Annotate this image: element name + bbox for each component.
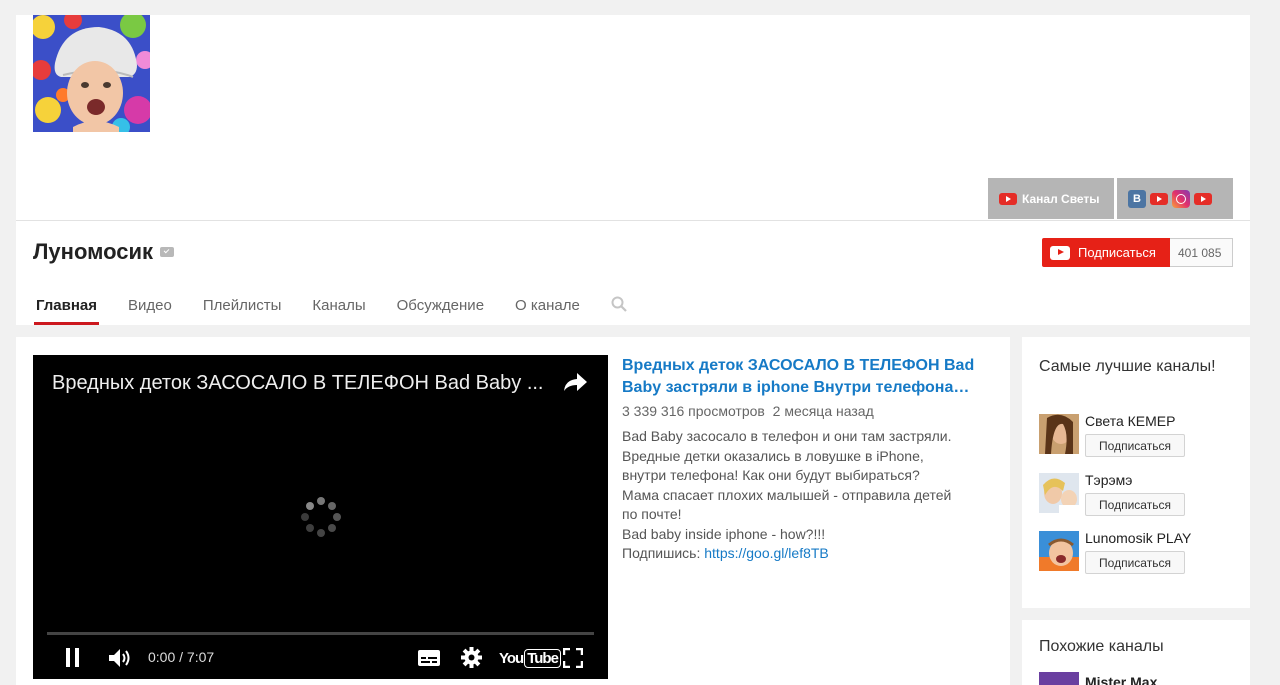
subscribe-label: Подписаться — [1078, 245, 1156, 260]
video-player[interactable]: Вредных деток ЗАСОСАЛО В ТЕЛЕФОН Bad Bab… — [33, 355, 608, 679]
search-icon[interactable] — [611, 296, 627, 312]
channel-name[interactable]: Тэрэмэ — [1085, 472, 1132, 488]
youtube-play-icon — [1050, 245, 1070, 260]
channel-thumbnail[interactable] — [1039, 672, 1079, 685]
description-line: Вредные детки оказались в ловушке в iPho… — [622, 447, 924, 464]
youtube-icon[interactable] — [1194, 192, 1212, 205]
tab-playlists[interactable]: Плейлисты — [203, 295, 282, 325]
video-description: Bad Baby засосало в телефон и они там за… — [622, 427, 1002, 564]
channel-item: Тэрэмэ Подписаться — [1039, 472, 1249, 516]
channel-name[interactable]: Lunomosik PLAY — [1085, 530, 1191, 546]
share-icon[interactable] — [562, 371, 588, 393]
subscribe-button[interactable]: Подписаться — [1042, 238, 1170, 267]
channel-name[interactable]: Луномосик — [33, 239, 153, 265]
channel-item: Lunomosik PLAY Подписаться — [1039, 530, 1249, 574]
description-subscribe-line: Подпишись: https://goo.gl/lef8TB — [622, 544, 1002, 564]
description-line: Bad Baby засосало в телефон и они там за… — [622, 428, 952, 444]
banner-link-label: Канал Светы — [1022, 191, 1100, 206]
tab-discussion[interactable]: Обсуждение — [397, 295, 484, 325]
subscribe-link[interactable]: https://goo.gl/lef8TB — [704, 545, 829, 561]
settings-gear-icon[interactable] — [461, 647, 482, 668]
description-line: Bad baby inside iphone - how?!!! — [622, 525, 826, 542]
subscribe-button[interactable]: Подписаться — [1085, 434, 1185, 457]
similar-channels-title: Похожие каналы — [1039, 638, 1164, 655]
video-info: Вредных деток ЗАСОСАЛО В ТЕЛЕФОН Bad Bab… — [622, 355, 1002, 564]
channel-tabs: Главная Видео Плейлисты Каналы Обсуждени… — [33, 295, 627, 325]
subscribe-prefix: Подпишись: — [622, 545, 705, 561]
channel-thumbnail[interactable] — [1039, 473, 1079, 513]
player-title[interactable]: Вредных деток ЗАСОСАЛО В ТЕЛЕФОН Bad Bab… — [52, 372, 543, 395]
subscribe-group: Подписаться 401 085 — [1042, 238, 1233, 267]
tab-videos[interactable]: Видео — [128, 295, 172, 325]
youtube-logo-you: You — [499, 650, 524, 667]
youtube-logo-tube: Tube — [524, 649, 561, 668]
featured-video-section: Вредных деток ЗАСОСАЛО В ТЕЛЕФОН Bad Bab… — [16, 337, 1010, 685]
channel-thumbnail[interactable] — [1039, 414, 1079, 454]
similar-channel-item[interactable]: Mister Max — [1039, 672, 1157, 685]
channel-name[interactable]: Mister Max — [1085, 674, 1157, 685]
channel-item: Света КЕМЕР Подписаться — [1039, 413, 1249, 457]
description-line: Мама спасает плохих малышей - отправила … — [622, 486, 952, 503]
tab-about[interactable]: О канале — [515, 295, 580, 325]
video-meta: 3 339 316 просмотров 2 месяца назад — [622, 403, 1002, 419]
subscriber-count: 401 085 — [1170, 238, 1233, 267]
description-line: внутри телефона! Как они будут выбиратьс… — [622, 467, 920, 483]
vk-icon[interactable]: B — [1128, 189, 1146, 208]
upload-age: 2 месяца назад — [772, 403, 874, 419]
subscribe-button[interactable]: Подписаться — [1085, 551, 1185, 574]
banner-social-links: B — [1117, 178, 1233, 219]
banner-link-channel[interactable]: Канал Светы — [988, 178, 1114, 219]
description-line: по почте! — [622, 506, 682, 522]
youtube-icon[interactable] — [1150, 192, 1168, 205]
pause-icon[interactable] — [63, 648, 83, 667]
youtube-icon — [999, 192, 1017, 205]
view-count: 3 339 316 просмотров — [622, 403, 765, 419]
fullscreen-icon[interactable] — [562, 647, 584, 669]
channel-banner: Канал Светы B — [16, 15, 1250, 220]
player-controls: 0:00 / 7:07 You Tube — [33, 635, 608, 679]
channel-title-row: Луномосик — [33, 239, 175, 265]
time-display: 0:00 / 7:07 — [148, 649, 215, 665]
similar-channels-panel: Похожие каналы Mister Max — [1022, 620, 1250, 685]
divider — [16, 220, 1250, 221]
instagram-icon[interactable] — [1172, 189, 1190, 208]
loading-spinner-icon — [299, 495, 343, 539]
tab-home[interactable]: Главная — [33, 295, 100, 325]
channel-header: Канал Светы B Луномосик Подписаться 401 … — [16, 15, 1250, 325]
channel-avatar[interactable] — [33, 15, 150, 132]
featured-channels-panel: Самые лучшие каналы! Света КЕМЕР Подписа… — [1022, 337, 1250, 608]
verified-icon — [160, 247, 175, 257]
video-title-link[interactable]: Вредных деток ЗАСОСАЛО В ТЕЛЕФОН Bad Bab… — [622, 355, 1002, 399]
tab-channels[interactable]: Каналы — [312, 295, 365, 325]
channel-name[interactable]: Света КЕМЕР — [1085, 413, 1175, 429]
subtitles-icon[interactable] — [417, 649, 441, 667]
volume-icon[interactable] — [108, 648, 133, 668]
channel-thumbnail[interactable] — [1039, 531, 1079, 571]
subscribe-button[interactable]: Подписаться — [1085, 493, 1185, 516]
featured-channels-title: Самые лучшие каналы! — [1039, 358, 1216, 375]
youtube-logo[interactable]: You Tube — [499, 649, 561, 668]
